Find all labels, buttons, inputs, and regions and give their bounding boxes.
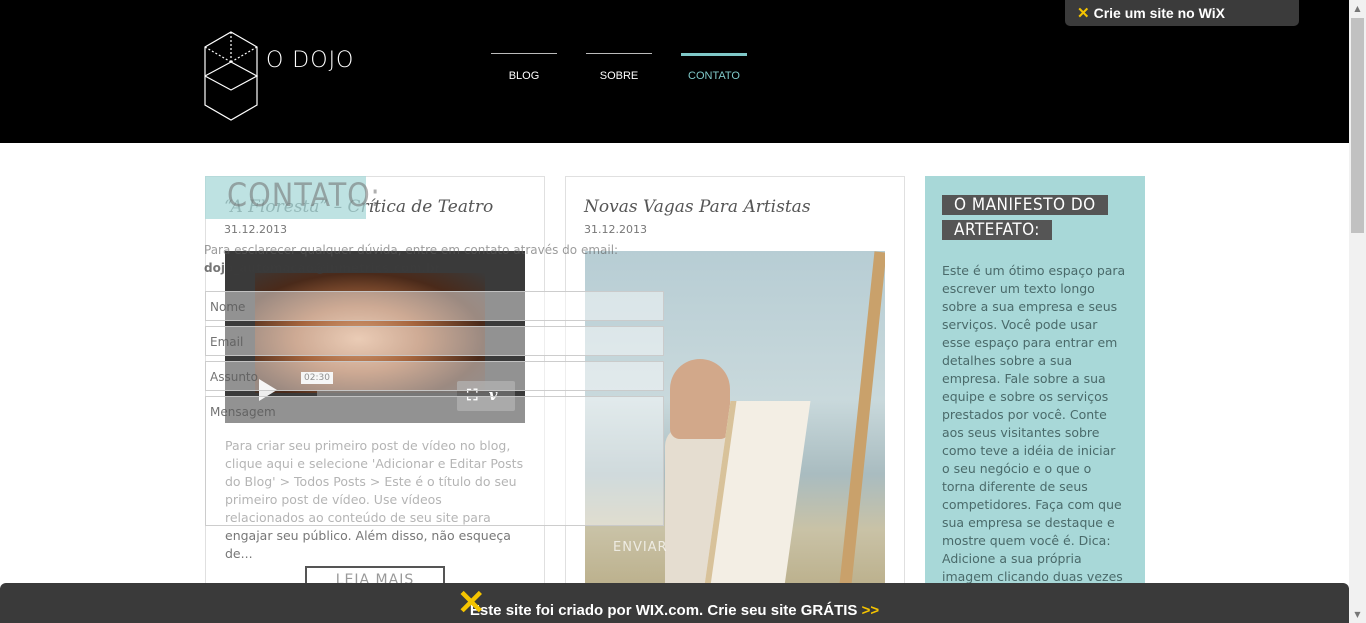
manifesto-sidebar: O MANIFESTO DO ARTEFATO: Este é um ótimo… xyxy=(925,176,1145,623)
post-title[interactable]: Novas Vagas Para Artistas xyxy=(584,197,811,217)
site-logo-text[interactable]: O DOJO xyxy=(266,48,354,73)
post-date: 31.12.2013 xyxy=(584,223,647,236)
wix-banner-text: Este site foi criado por WIX.com. Crie s… xyxy=(469,602,858,619)
nav-contato[interactable]: CONTATO xyxy=(681,53,747,93)
wix-banner-arrows: >> xyxy=(861,602,880,619)
name-field[interactable]: Nome xyxy=(205,291,664,321)
wix-promo-banner[interactable]: ✕ Este site foi criado por WIX.com. Crie… xyxy=(0,583,1349,623)
wix-pill-label: Crie um site no WiX xyxy=(1093,5,1225,21)
painter-head-shape xyxy=(670,359,730,439)
wix-mascot-x-icon: ✕ xyxy=(457,584,486,622)
post-date: 31.12.2013 xyxy=(224,223,287,236)
nav-sobre[interactable]: SOBRE xyxy=(586,53,652,93)
send-button[interactable]: ENVIAR xyxy=(613,540,668,555)
page-scrollbar[interactable]: ▲ ▼ xyxy=(1349,0,1366,623)
message-field[interactable]: Mensagem xyxy=(205,396,664,526)
logo-cube-icon[interactable] xyxy=(203,30,259,122)
contact-title: CONTATO: xyxy=(227,176,381,214)
scroll-up-arrow-icon[interactable]: ▲ xyxy=(1349,0,1366,17)
wix-create-site-button[interactable]: ✕ Crie um site no WiX xyxy=(1065,0,1299,26)
contact-email-link[interactable]: dojo_automacao@inmetrics.com.br xyxy=(204,261,441,275)
wix-logo-icon: ✕ xyxy=(1077,5,1090,22)
manifesto-text: Este é um ótimo espaço para escrever um … xyxy=(942,263,1126,584)
scroll-down-arrow-icon[interactable]: ▼ xyxy=(1349,606,1366,623)
email-field[interactable]: Email xyxy=(205,326,664,356)
easel-shape xyxy=(835,251,885,623)
subject-field[interactable]: Assunto xyxy=(205,361,664,391)
manifesto-title: O MANIFESTO DO ARTEFATO: xyxy=(942,193,1108,243)
nav-blog[interactable]: BLOG xyxy=(491,53,557,93)
scroll-thumb[interactable] xyxy=(1351,18,1364,233)
contact-intro: Para esclarecer qualquer dúvida, entre e… xyxy=(204,243,619,257)
